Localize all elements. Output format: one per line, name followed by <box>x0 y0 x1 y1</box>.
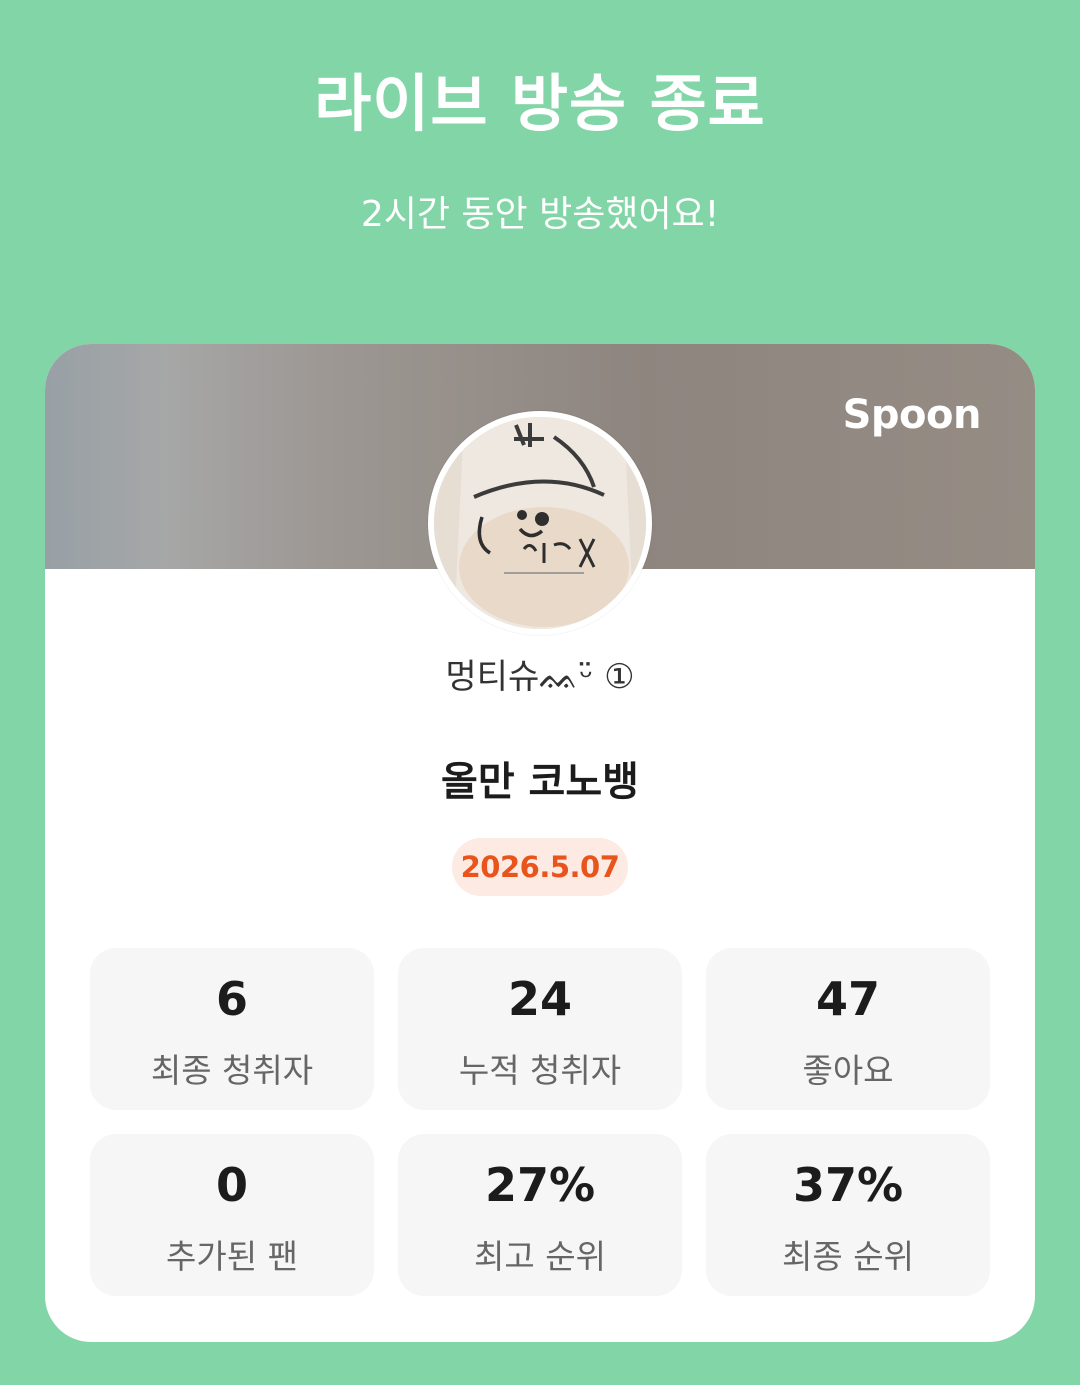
stat-label: 좋아요 <box>802 1051 894 1090</box>
stat-label: 누적 청취자 <box>458 1051 622 1090</box>
date-badge: 2026.5.07 <box>452 838 628 896</box>
stat-final-rank: 37% 최종 순위 <box>706 1134 990 1296</box>
stat-total-listeners: 24 누적 청취자 <box>398 948 682 1110</box>
stat-label: 최종 순위 <box>782 1237 914 1276</box>
stat-label: 추가된 팬 <box>166 1237 298 1276</box>
profile-photo-icon <box>434 417 646 629</box>
stat-value: 27% <box>484 1158 596 1212</box>
stat-value: 0 <box>215 1158 248 1212</box>
header-title: 라이브 방송 종료 <box>314 67 766 140</box>
spoon-logo: Spoon <box>842 392 982 438</box>
stat-likes: 47 좋아요 <box>706 948 990 1110</box>
stat-new-fans: 0 추가된 팬 <box>90 1134 374 1296</box>
stat-label: 최고 순위 <box>474 1237 606 1276</box>
header-subtitle: 2시간 동안 방송했어요! <box>360 194 720 235</box>
stat-final-listeners: 6 최종 청취자 <box>90 948 374 1110</box>
username: 멍티슈ᨐᵕ̈ ① <box>445 657 635 697</box>
avatar[interactable] <box>428 411 652 635</box>
stat-label: 최종 청취자 <box>150 1051 314 1090</box>
stat-value: 24 <box>507 972 572 1026</box>
stat-value: 37% <box>792 1158 904 1212</box>
stat-value: 47 <box>815 972 880 1026</box>
stat-value: 6 <box>215 972 248 1026</box>
broadcast-summary-card: Spoon 멍티슈ᨐᵕ̈ ① 올만 코노뱅 2026.5.07 6 최종 청취자… <box>45 344 1035 1342</box>
broadcast-title: 올만 코노뱅 <box>441 759 639 805</box>
stat-best-rank: 27% 최고 순위 <box>398 1134 682 1296</box>
